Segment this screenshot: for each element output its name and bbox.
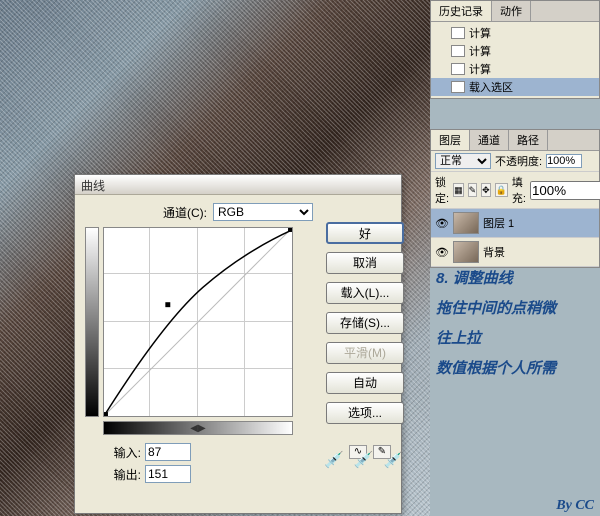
input-field[interactable] [145,443,191,461]
lock-paint-icon[interactable]: ✎ [468,183,478,197]
layer-thumb [453,241,479,263]
lock-label: 锁定: [435,174,449,206]
input-label: 输入: [85,444,141,461]
eyedropper-white-icon[interactable]: 💉 [384,450,404,470]
horizontal-gradient: ◀▶ [103,421,293,435]
visibility-icon[interactable]: 👁 [435,217,449,230]
history-item[interactable]: 计算 [431,60,599,78]
curves-title: 曲线 [75,175,401,195]
tab-actions[interactable]: 动作 [492,1,531,21]
tab-layers[interactable]: 图层 [431,130,470,150]
save-button[interactable]: 存储(S)... [326,312,404,334]
eyedropper-group: 💉 💉 💉 [324,450,404,470]
history-item[interactable]: 计算 [431,24,599,42]
layer-row[interactable]: 👁 图层 1 [431,209,599,238]
signature: By CC [556,498,594,514]
channel-label: 通道(C): [163,204,207,221]
visibility-icon[interactable]: 👁 [435,246,449,259]
history-item[interactable]: 载入选区 [431,78,599,96]
history-panel: 历史记录 动作 计算 计算 计算 载入选区 [430,0,600,99]
auto-button[interactable]: 自动 [326,372,404,394]
layers-panel: 图层 通道 路径 正常 不透明度: 锁定: ▦ ✎ ✥ 🔒 填充: 👁 图层 1… [430,129,600,268]
vertical-gradient [85,227,99,417]
tab-history[interactable]: 历史记录 [431,1,492,21]
channel-select[interactable]: RGB [213,203,313,221]
lock-move-icon[interactable]: ✥ [481,183,491,197]
tab-paths[interactable]: 路径 [509,130,548,150]
curve-graph[interactable] [103,227,293,417]
ok-button[interactable]: 好 [326,222,404,244]
annotation-text: 8. 调整曲线 拖住中间的点稍微 往上拉 数值根据个人所需 [436,264,556,384]
opacity-input[interactable] [546,154,582,168]
options-button[interactable]: 选项... [326,402,404,424]
cancel-button[interactable]: 取消 [326,252,404,274]
lock-all-icon[interactable]: 🔒 [495,183,508,197]
history-item[interactable]: 计算 [431,42,599,60]
smooth-button: 平滑(M) [326,342,404,364]
layer-name: 图层 1 [483,215,514,231]
fill-input[interactable] [530,181,600,200]
layer-name: 背景 [483,244,505,260]
output-field[interactable] [145,465,191,483]
fill-label: 填充: [512,174,526,206]
eyedropper-black-icon[interactable]: 💉 [324,450,344,470]
opacity-label: 不透明度: [495,153,542,169]
layer-thumb [453,212,479,234]
load-button[interactable]: 载入(L)... [326,282,404,304]
blend-mode-select[interactable]: 正常 [435,153,491,169]
layer-row[interactable]: 👁 背景 [431,238,599,267]
eyedropper-gray-icon[interactable]: 💉 [354,450,374,470]
output-label: 输出: [85,466,141,483]
tab-channels[interactable]: 通道 [470,130,509,150]
lock-transparent-icon[interactable]: ▦ [453,183,464,197]
